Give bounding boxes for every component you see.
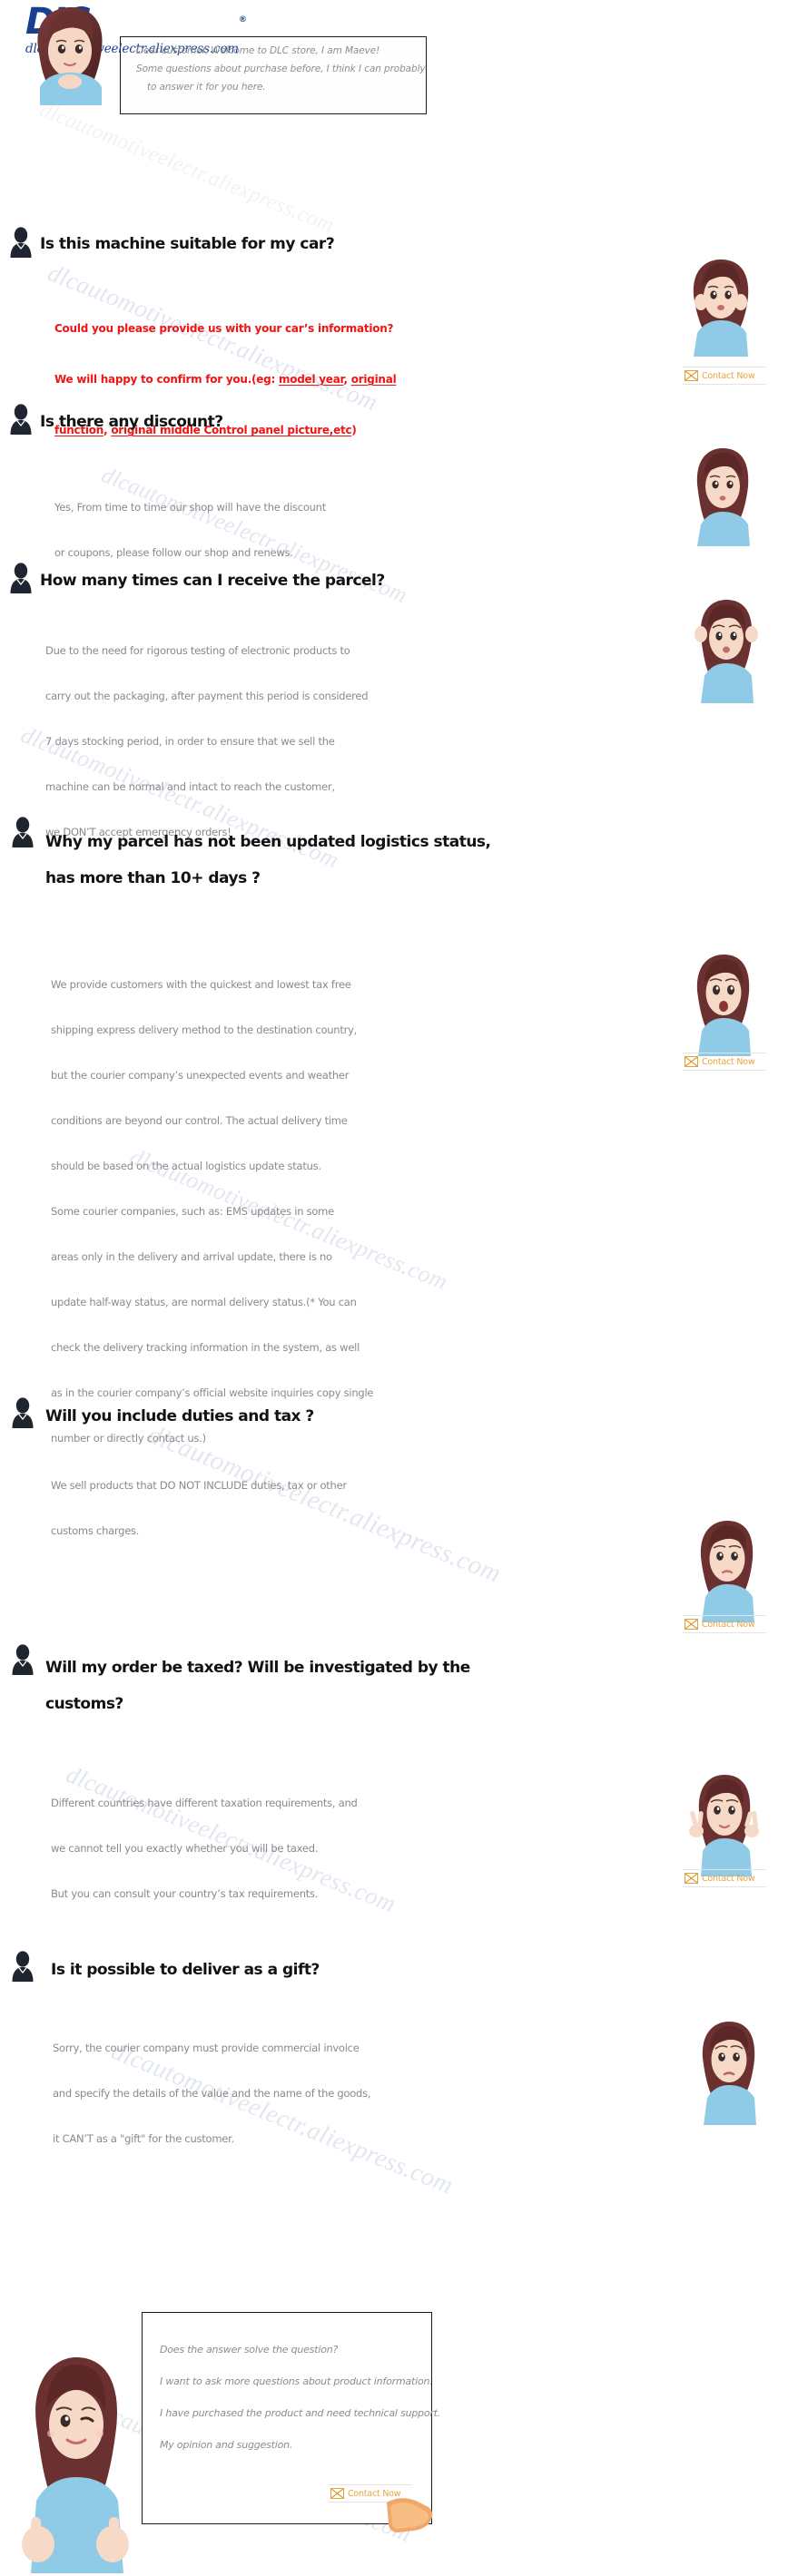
contact-now-label: Contact Now — [702, 1619, 755, 1630]
answer-line: 7 days stocking period, in order to ensu… — [45, 735, 335, 748]
answer-1: Could you please provide us with your ca… — [54, 290, 418, 468]
divider — [683, 1070, 766, 1071]
answer-line: we cannot tell you exactly whether you w… — [51, 1842, 319, 1855]
person-icon — [10, 404, 32, 435]
divider — [683, 384, 766, 385]
person-icon — [12, 1951, 34, 1982]
contact-now-label: Contact Now — [702, 1873, 755, 1884]
answer-line: Could you please provide us with your ca… — [54, 322, 394, 335]
contact-now-q5[interactable]: Contact Now — [683, 1615, 766, 1633]
footer-options: Does the answer solve the question? I wa… — [160, 2334, 440, 2461]
answer-line: We will happy to confirm for you.(eg: mo… — [54, 373, 397, 386]
answer-line: update half-way status, are normal deliv… — [51, 1296, 357, 1308]
envelope-icon — [685, 370, 698, 381]
answer-line: machine can be normal and intact to reac… — [45, 780, 335, 793]
contact-now-label: Contact Now — [702, 1056, 755, 1067]
registered-mark: ® — [238, 15, 247, 24]
answer-6: Different countries have different taxat… — [51, 1769, 478, 1928]
question-7: Is it possible to deliver as a gift? — [51, 1961, 320, 1979]
avatar-footer — [22, 2357, 129, 2573]
answer-line: check the delivery tracking information … — [51, 1341, 360, 1354]
envelope-icon — [685, 1056, 698, 1067]
question-2: Is there any discount? — [40, 413, 223, 431]
answer-line: But you can consult your country’s tax r… — [51, 1887, 319, 1900]
avatar-q6 — [689, 1775, 759, 1876]
person-icon — [10, 563, 32, 593]
answer-line: Due to the need for rigorous testing of … — [45, 644, 350, 657]
answer-line: it CAN’T as a "gift" for the customer. — [53, 2132, 234, 2145]
avatar-q4 — [696, 955, 751, 1056]
divider — [683, 1886, 766, 1887]
question-4: Why my parcel has not been updated logis… — [45, 833, 491, 887]
pointing-hand-icon — [387, 2498, 433, 2532]
answer-line: but the courier company’s unexpected eve… — [51, 1069, 350, 1082]
envelope-icon — [685, 1873, 698, 1884]
greeting-line-1: Dear customer, Welcome to DLC store, I a… — [136, 45, 380, 56]
footer-option-3[interactable]: I have purchased the product and need te… — [160, 2397, 440, 2429]
answer-line: Sorry, the courier company must provide … — [53, 2042, 360, 2054]
contact-now-q6[interactable]: Contact Now — [683, 1869, 766, 1887]
avatar-q1 — [693, 260, 749, 357]
answer-line: Yes, From time to time our shop will hav… — [54, 501, 326, 514]
watermark: dlcautomotiveelectr.aliexpress.com — [36, 98, 338, 238]
answer-line: Different countries have different taxat… — [51, 1797, 358, 1809]
contact-now-label: Contact Now — [702, 370, 755, 381]
answer-5: We sell products that DO NOT INCLUDE dut… — [51, 1452, 478, 1565]
person-icon — [12, 1397, 34, 1428]
footer-option-1[interactable]: Does the answer solve the question? — [160, 2334, 432, 2365]
answer-line: conditions are beyond our control. The a… — [51, 1114, 348, 1127]
avatar-q2 — [696, 448, 750, 546]
answer-line: We provide customers with the quickest a… — [51, 978, 351, 991]
person-icon — [12, 817, 34, 847]
envelope-icon — [685, 1619, 698, 1630]
contact-now-q4[interactable]: Contact Now — [683, 1053, 766, 1071]
answer-line: customs charges. — [51, 1524, 140, 1537]
contact-now-q1[interactable]: Contact Now — [683, 367, 766, 385]
faq-page: dlcautomotiveelectr.aliexpress.com dlcau… — [0, 0, 798, 2576]
avatar-q3 — [695, 600, 758, 703]
question-6: Will my order be taxed? Will be investig… — [45, 1659, 470, 1713]
footer-option-4[interactable]: My opinion and suggestion. — [160, 2429, 432, 2461]
answer-line: areas only in the delivery and arrival u… — [51, 1250, 332, 1263]
avatar-greeting — [37, 7, 103, 105]
avatar-q5 — [700, 1521, 754, 1622]
answer-line: or coupons, please follow our shop and r… — [54, 546, 293, 559]
envelope-icon — [330, 2488, 344, 2499]
answer-4: We provide customers with the quickest a… — [51, 951, 478, 1473]
answer-line: should be based on the actual logistics … — [51, 1160, 321, 1172]
person-icon — [12, 1644, 34, 1675]
divider — [683, 1632, 766, 1633]
answer-line: Some courier companies, such as: EMS upd… — [51, 1205, 334, 1218]
avatar-q7 — [702, 2022, 756, 2125]
answer-line: as in the courier company’s official web… — [51, 1386, 374, 1399]
greeting-line-3: to answer it for you here. — [147, 82, 266, 93]
question-5: Will you include duties and tax ? — [45, 1407, 314, 1425]
greeting-text: Dear customer, Welcome to DLC store, I a… — [136, 42, 426, 96]
answer-line: shipping express delivery method to the … — [51, 1024, 358, 1036]
answer-line: carry out the packaging, after payment t… — [45, 690, 369, 702]
answer-line: We sell products that DO NOT INCLUDE dut… — [51, 1479, 347, 1492]
question-1: Is this machine suitable for my car? — [40, 235, 335, 253]
answer-line: and specify the details of the value and… — [53, 2087, 371, 2100]
answer-line: number or directly contact us.) — [51, 1432, 206, 1445]
answer-7: Sorry, the courier company must provide … — [53, 2014, 488, 2173]
footer-option-2[interactable]: I want to ask more questions about produ… — [160, 2365, 433, 2397]
person-icon — [10, 227, 32, 258]
question-3: How many times can I receive the parcel? — [40, 572, 385, 590]
greeting-line-2: Some questions about purchase before, I … — [136, 64, 426, 74]
